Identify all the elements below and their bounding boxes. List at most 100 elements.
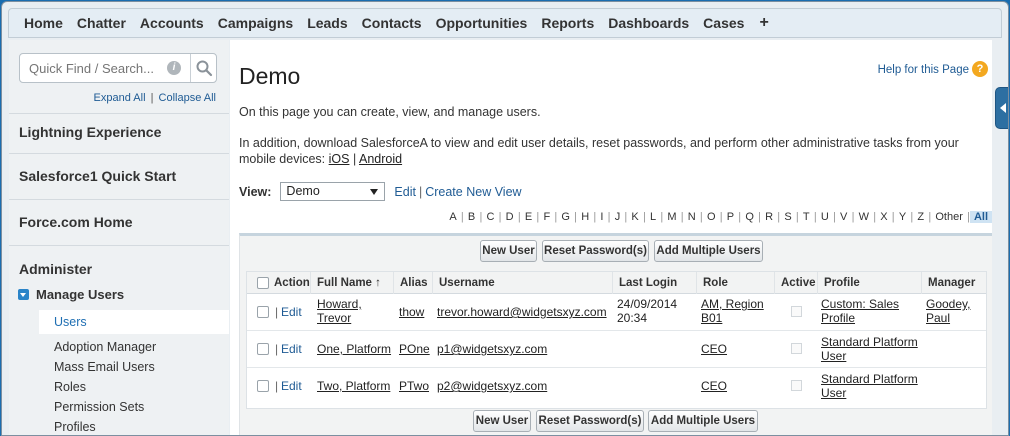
info-icon[interactable]: i — [167, 61, 181, 75]
alpha-filter-z[interactable]: Z — [913, 211, 928, 223]
tab-leads[interactable]: Leads — [300, 8, 354, 38]
alpha-filter-all[interactable]: All — [969, 211, 992, 223]
username-link[interactable]: p1@widgetsxyz.com — [437, 342, 547, 356]
profile-link[interactable]: Standard Platform User — [821, 372, 918, 400]
role-link[interactable]: CEO — [701, 342, 727, 356]
alpha-filter-c[interactable]: C — [482, 211, 498, 223]
alpha-filter-t[interactable]: T — [799, 211, 814, 223]
sidebar-item-roles[interactable]: Roles — [54, 380, 86, 394]
column-full-name[interactable]: Full Name ↑ — [310, 272, 393, 294]
reset-password-button-bottom[interactable]: Reset Password(s) — [536, 410, 644, 432]
collapse-all-link[interactable]: Collapse All — [159, 92, 216, 104]
tab-chatter[interactable]: Chatter — [70, 8, 133, 38]
edit-user-link[interactable]: Edit — [281, 342, 302, 356]
alpha-filter-o[interactable]: O — [703, 211, 720, 223]
alpha-filter-b[interactable]: B — [464, 211, 480, 223]
section-salesforce1-quick-start[interactable]: Salesforce1 Quick Start — [9, 153, 229, 199]
column-profile[interactable]: Profile — [817, 272, 921, 294]
manage-users-group[interactable]: Manage Users — [18, 287, 124, 302]
profile-link[interactable]: Custom: Sales Profile — [821, 297, 899, 325]
username-link[interactable]: p2@widgetsxyz.com — [437, 379, 547, 393]
alpha-filter-g[interactable]: G — [557, 211, 574, 223]
alpha-filter-v[interactable]: V — [836, 211, 852, 223]
profile-link[interactable]: Standard Platform User — [821, 335, 918, 363]
alpha-filter-i[interactable]: I — [596, 211, 607, 223]
view-select[interactable]: Demo — [280, 182, 386, 201]
section-administer[interactable]: Administer — [9, 245, 229, 285]
edit-view-link[interactable]: Edit — [394, 185, 416, 199]
alpha-filter-d[interactable]: D — [501, 211, 517, 223]
search-icon[interactable] — [195, 59, 213, 77]
column-role[interactable]: Role — [696, 272, 774, 294]
sidebar-item-users[interactable]: Users — [39, 310, 229, 334]
alpha-filter-r[interactable]: R — [761, 211, 777, 223]
help-icon[interactable]: ? — [972, 61, 988, 77]
create-new-view-link[interactable]: Create New View — [425, 185, 521, 199]
alpha-filter-n[interactable]: N — [684, 211, 700, 223]
role-link[interactable]: AM, Region B01 — [701, 297, 764, 325]
sidebar-item-profiles[interactable]: Profiles — [54, 420, 96, 434]
sidebar-item-mass-email-users[interactable]: Mass Email Users — [54, 360, 155, 374]
sidebar-toggle-handle[interactable] — [995, 87, 1008, 129]
edit-user-link[interactable]: Edit — [281, 305, 302, 319]
new-user-button-top[interactable]: New User — [480, 240, 537, 262]
tab-campaigns[interactable]: Campaigns — [211, 8, 300, 38]
quick-find-input[interactable] — [20, 54, 186, 82]
edit-user-link[interactable]: Edit — [281, 379, 302, 393]
alpha-filter-h[interactable]: H — [577, 211, 593, 223]
full-name-link[interactable]: Howard, Trevor — [317, 297, 362, 325]
alpha-filter-u[interactable]: U — [817, 211, 833, 223]
alpha-filter-other[interactable]: Other — [931, 211, 967, 223]
role-link[interactable]: CEO — [701, 379, 727, 393]
column-username[interactable]: Username — [432, 272, 612, 294]
alpha-filter-q[interactable]: Q — [741, 211, 758, 223]
alias-link[interactable]: thow — [399, 305, 424, 319]
add-multiple-users-button-bottom[interactable]: Add Multiple Users — [648, 410, 758, 432]
row-checkbox[interactable] — [257, 306, 269, 318]
alpha-filter-w[interactable]: W — [854, 211, 873, 223]
add-multiple-users-button-top[interactable]: Add Multiple Users — [654, 240, 763, 262]
tab-accounts[interactable]: Accounts — [133, 8, 211, 38]
add-tab-icon[interactable]: + — [751, 14, 776, 32]
tab-opportunities[interactable]: Opportunities — [429, 8, 535, 38]
tab-dashboards[interactable]: Dashboards — [601, 8, 696, 38]
alpha-filter-k[interactable]: K — [627, 211, 643, 223]
sidebar-item-permission-sets[interactable]: Permission Sets — [54, 400, 144, 414]
column-alias[interactable]: Alias — [393, 272, 432, 294]
alpha-filter-y[interactable]: Y — [895, 211, 911, 223]
alpha-filter-x[interactable]: X — [876, 211, 892, 223]
tab-reports[interactable]: Reports — [534, 8, 601, 38]
help-link[interactable]: Help for this Page — [878, 64, 969, 76]
alpha-filter-s[interactable]: S — [780, 211, 796, 223]
alpha-filter-j[interactable]: J — [611, 211, 625, 223]
full-name-link[interactable]: Two, Platform — [317, 379, 390, 393]
sidebar-item-adoption-manager[interactable]: Adoption Manager — [54, 340, 156, 354]
tab-contacts[interactable]: Contacts — [355, 8, 429, 38]
alias-link[interactable]: PTwo — [399, 379, 429, 393]
expand-all-link[interactable]: Expand All — [94, 92, 146, 104]
section-lightning-experience[interactable]: Lightning Experience — [9, 113, 229, 153]
alpha-filter-f[interactable]: F — [539, 211, 554, 223]
section-force-com-home[interactable]: Force.com Home — [9, 199, 229, 245]
column-active[interactable]: Active — [774, 272, 817, 294]
ios-link[interactable]: iOS — [329, 152, 350, 166]
collapse-toggle-icon[interactable] — [18, 289, 29, 300]
alias-link[interactable]: POne — [399, 342, 430, 356]
new-user-button-bottom[interactable]: New User — [473, 410, 531, 432]
manager-link[interactable]: Goodey, Paul — [926, 297, 970, 325]
reset-password-button-top[interactable]: Reset Password(s) — [542, 240, 649, 262]
alpha-filter-m[interactable]: M — [663, 211, 681, 223]
alpha-filter-e[interactable]: E — [521, 211, 537, 223]
alpha-filter-p[interactable]: P — [723, 211, 739, 223]
username-link[interactable]: trevor.howard@widgetsxyz.com — [437, 305, 607, 319]
tab-home[interactable]: Home — [18, 8, 70, 38]
row-checkbox[interactable] — [257, 343, 269, 355]
full-name-link[interactable]: One, Platform — [317, 342, 391, 356]
android-link[interactable]: Android — [359, 152, 402, 166]
column-manager[interactable]: Manager — [921, 272, 986, 294]
tab-cases[interactable]: Cases — [696, 8, 751, 38]
row-checkbox[interactable] — [257, 380, 269, 392]
alpha-filter-a[interactable]: A — [445, 211, 461, 223]
alpha-filter-l[interactable]: L — [646, 211, 661, 223]
column-last-login[interactable]: Last Login — [612, 272, 696, 294]
